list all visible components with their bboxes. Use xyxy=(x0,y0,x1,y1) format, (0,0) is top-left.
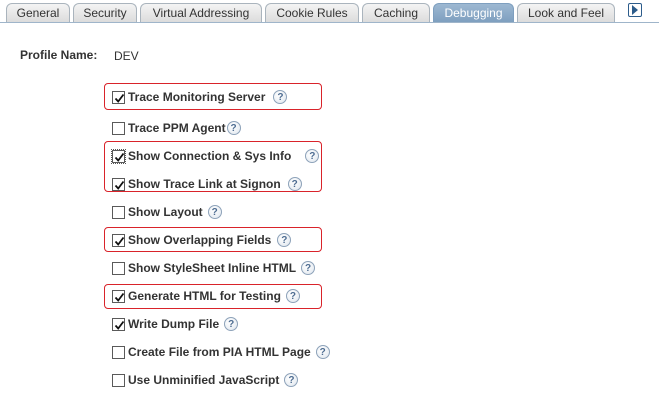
option-show-overlapping-fields: Show Overlapping Fields ? xyxy=(112,232,292,248)
tab-cookie-rules[interactable]: Cookie Rules xyxy=(265,3,359,22)
checkbox-show-overlapping-fields[interactable] xyxy=(112,233,125,247)
tab-virtual-addressing[interactable]: Virtual Addressing xyxy=(140,3,262,22)
checkbox-create-file-from-pia-html-page[interactable] xyxy=(112,345,125,359)
tab-look-and-feel[interactable]: Look and Feel xyxy=(517,3,615,22)
checkmark-icon xyxy=(114,180,125,190)
tab-scroll-right-button[interactable] xyxy=(628,3,642,17)
option-use-unminified-javascript: Use Unminified JavaScript ? xyxy=(112,372,299,388)
help-icon[interactable]: ? xyxy=(277,233,292,247)
checkmark-icon xyxy=(114,152,125,162)
option-label: Show Connection & Sys Info xyxy=(128,149,292,163)
help-icon[interactable]: ? xyxy=(287,177,302,191)
option-show-stylesheet-inline-html: Show StyleSheet Inline HTML ? xyxy=(112,260,316,276)
checkbox-show-layout[interactable] xyxy=(112,205,125,219)
option-label: Use Unminified JavaScript xyxy=(128,373,280,387)
tab-caching[interactable]: Caching xyxy=(362,3,430,22)
help-icon[interactable]: ? xyxy=(301,261,316,275)
help-icon[interactable]: ? xyxy=(273,90,288,104)
help-icon[interactable]: ? xyxy=(315,345,330,359)
option-show-connection-sys-info: Show Connection & Sys Info ? xyxy=(111,148,320,164)
arrow-right-icon xyxy=(632,5,638,15)
profile-name-value: DEV xyxy=(114,49,139,63)
option-trace-monitoring-server: Trace Monitoring Server ? xyxy=(112,89,288,105)
help-icon[interactable]: ? xyxy=(284,373,299,387)
tab-debugging[interactable]: Debugging xyxy=(433,3,514,22)
tab-bar: General Security Virtual Addressing Cook… xyxy=(0,0,659,23)
option-trace-ppm-agent: Trace PPM Agent ? xyxy=(112,120,241,136)
tab-general[interactable]: General xyxy=(6,3,70,22)
option-write-dump-file: Write Dump File ? xyxy=(112,316,239,332)
option-label: Show StyleSheet Inline HTML xyxy=(128,261,297,275)
checkmark-icon xyxy=(114,236,125,246)
checkbox-trace-monitoring-server[interactable] xyxy=(112,90,125,104)
help-icon[interactable]: ? xyxy=(305,149,320,163)
option-label: Trace PPM Agent xyxy=(128,121,226,135)
checkmark-icon xyxy=(114,93,125,103)
checkbox-show-trace-link-at-signon[interactable] xyxy=(112,177,125,191)
help-icon[interactable]: ? xyxy=(285,289,300,303)
option-label: Create File from PIA HTML Page xyxy=(128,345,311,359)
checkmark-icon xyxy=(114,292,125,302)
help-icon[interactable]: ? xyxy=(226,121,241,135)
option-label: Show Trace Link at Signon xyxy=(128,177,281,191)
checkbox-write-dump-file[interactable] xyxy=(112,317,125,331)
checkbox-show-stylesheet-inline-html[interactable] xyxy=(112,261,125,275)
help-icon[interactable]: ? xyxy=(207,205,222,219)
tab-security[interactable]: Security xyxy=(73,3,137,22)
option-create-file-from-pia-html-page: Create File from PIA HTML Page ? xyxy=(112,344,330,360)
option-show-trace-link-at-signon: Show Trace Link at Signon ? xyxy=(112,176,302,192)
help-icon[interactable]: ? xyxy=(224,317,239,331)
option-label: Show Overlapping Fields xyxy=(128,233,272,247)
option-label: Write Dump File xyxy=(128,317,220,331)
option-label: Trace Monitoring Server xyxy=(128,90,266,104)
checkbox-show-connection-sys-info[interactable] xyxy=(111,148,126,164)
checkbox-use-unminified-javascript[interactable] xyxy=(112,373,125,387)
checkmark-icon xyxy=(114,320,125,330)
option-label: Generate HTML for Testing xyxy=(128,289,281,303)
profile-name-label: Profile Name: xyxy=(20,48,98,62)
checkbox-trace-ppm-agent[interactable] xyxy=(112,121,125,135)
option-generate-html-for-testing: Generate HTML for Testing ? xyxy=(112,288,300,304)
checkbox-generate-html-for-testing[interactable] xyxy=(112,289,125,303)
option-show-layout: Show Layout ? xyxy=(112,204,222,220)
option-label: Show Layout xyxy=(128,205,203,219)
